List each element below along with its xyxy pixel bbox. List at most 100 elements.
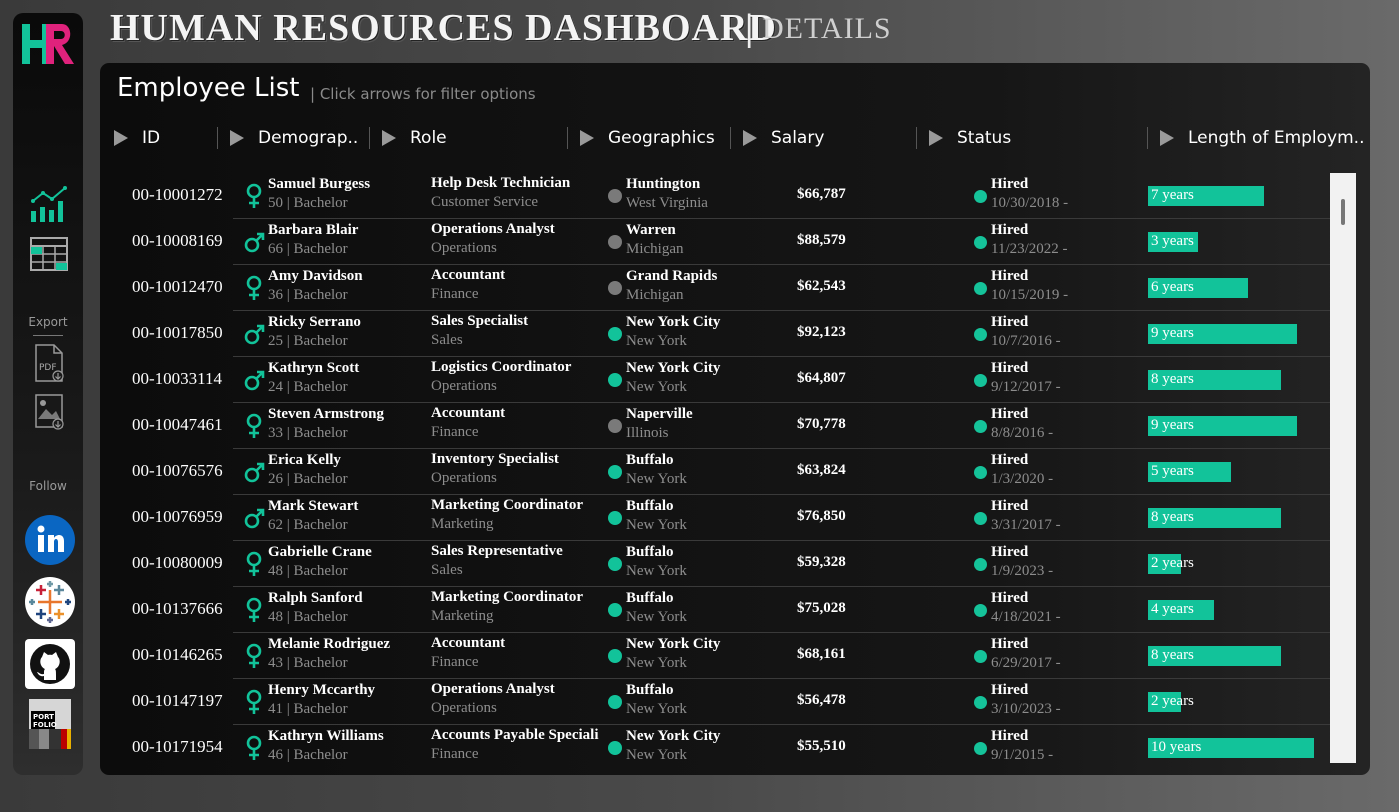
salary: $64,807 [797,370,846,386]
status-dot [974,328,987,341]
city: Buffalo [626,682,674,698]
filter-arrow-icon[interactable] [114,130,128,146]
github-icon[interactable] [25,639,75,689]
job-title: Accounts Payable Specialist [431,727,599,743]
table-row[interactable]: 00-10047461 Steven Armstrong 33 | Bachel… [100,403,1330,449]
department: Finance [431,286,479,302]
job-title: Accountant [431,635,506,651]
table-row[interactable]: 00-10008169 Barbara Blair 66 | Bachelor … [100,219,1330,265]
salary: $59,328 [797,554,846,570]
svg-text:FOLIO: FOLIO [33,721,57,729]
location-dot [608,281,622,295]
status-dot [974,374,987,387]
status-badge: Hired [991,636,1029,652]
state: New York [626,333,687,349]
male-icon [244,232,265,253]
employment-length-label: 5 years [1151,463,1194,479]
filter-arrow-icon[interactable] [743,130,757,146]
tableau-icon[interactable] [25,577,75,627]
linkedin-icon[interactable] [25,515,75,565]
department: Operations [431,470,497,486]
employee-name: Barbara Blair [268,222,359,238]
dashboard-title: HUMAN RESOURCES DASHBOARD [110,7,777,49]
status-dot [974,650,987,663]
department: Finance [431,746,479,762]
column-header-length-of-employment[interactable]: Length of Employm.. [1160,125,1364,151]
employment-length-label: 6 years [1151,279,1194,295]
status-dot [974,282,987,295]
scroll-thumb[interactable] [1341,199,1345,225]
employee-id: 00-10076576 [132,461,223,480]
salary: $66,787 [797,186,846,202]
state: New York [626,563,687,579]
status-badge: Hired [991,544,1029,560]
hire-date: 10/30/2018 - [991,195,1069,211]
table-row[interactable]: 00-10001272 Samuel Burgess 50 | Bachelor… [100,173,1330,219]
column-header-geographics[interactable]: Geographics [580,125,715,151]
column-header-status[interactable]: Status [929,125,1011,151]
status-badge: Hired [991,360,1029,376]
hire-date: 10/15/2019 - [991,287,1069,303]
overview-chart-icon[interactable] [28,185,70,225]
employee-id: 00-10147197 [132,691,223,710]
vertical-scrollbar[interactable] [1330,173,1356,763]
employee-name: Erica Kelly [268,452,341,468]
table-row[interactable]: 00-10146265 Melanie Rodriguez 43 | Bache… [100,633,1330,679]
export-pdf-icon[interactable]: PDF [28,343,70,383]
age-education: 43 | Bachelor [268,655,348,671]
state: New York [626,655,687,671]
column-header-demographics[interactable]: Demograp.. [230,125,358,151]
salary: $62,543 [797,278,846,294]
salary: $92,123 [797,324,846,340]
filter-arrow-icon[interactable] [929,130,943,146]
svg-text:PDF: PDF [39,363,57,373]
export-image-icon[interactable] [28,391,70,431]
employment-length-label: 2 years [1151,693,1194,709]
table-row[interactable]: 00-10147197 Henry Mccarthy 41 | Bachelor… [100,679,1330,725]
portfolio-icon[interactable]: PORT FOLIO [25,699,75,751]
salary: $68,161 [797,646,846,662]
age-education: 25 | Bachelor [268,333,348,349]
department: Finance [431,424,479,440]
svg-text:PORT: PORT [33,713,54,721]
city: New York City [626,636,721,652]
table-row[interactable]: 00-10137666 Ralph Sanford 48 | Bachelor … [100,587,1330,633]
age-education: 48 | Bachelor [268,609,348,625]
status-badge: Hired [991,590,1029,606]
header-divider [916,127,917,149]
filter-arrow-icon[interactable] [382,130,396,146]
employee-name: Ralph Sanford [268,590,363,606]
table-row[interactable]: 00-10033114 Kathryn Scott 24 | Bachelor … [100,357,1330,403]
employment-length-label: 2 years [1151,555,1194,571]
job-title: Marketing Coordinator [431,589,584,605]
table-row[interactable]: 00-10171954 Kathryn Williams 46 | Bachel… [100,725,1330,763]
table-row[interactable]: 00-10076959 Mark Stewart 62 | Bachelor M… [100,495,1330,541]
filter-arrow-icon[interactable] [230,130,244,146]
table-row[interactable]: 00-10080009 Gabrielle Crane 48 | Bachelo… [100,541,1330,587]
column-header-salary[interactable]: Salary [743,125,824,151]
state: New York [626,517,687,533]
employee-name: Henry Mccarthy [268,682,376,698]
table-row[interactable]: 00-10076576 Erica Kelly 26 | Bachelor In… [100,449,1330,495]
header-divider [217,127,218,149]
status-badge: Hired [991,728,1029,744]
job-title: Inventory Specialist [431,451,559,467]
city: Buffalo [626,452,674,468]
hire-date: 6/29/2017 - [991,655,1061,671]
employee-name: Gabrielle Crane [268,544,372,560]
location-dot [608,557,622,571]
status-badge: Hired [991,268,1029,284]
details-table-icon[interactable] [28,235,70,275]
filter-arrow-icon[interactable] [580,130,594,146]
employee-name: Steven Armstrong [268,406,384,422]
age-education: 48 | Bachelor [268,563,348,579]
sidebar: Export PDF Follow PORT FOLIO [13,13,83,775]
table-row[interactable]: 00-10017850 Ricky Serrano 25 | Bachelor … [100,311,1330,357]
table-row[interactable]: 00-10012470 Amy Davidson 36 | Bachelor A… [100,265,1330,311]
age-education: 24 | Bachelor [268,379,348,395]
column-header-id[interactable]: ID [114,125,160,151]
age-education: 26 | Bachelor [268,471,348,487]
filter-arrow-icon[interactable] [1160,130,1174,146]
column-header-role[interactable]: Role [382,125,447,151]
state: West Virginia [626,195,708,211]
